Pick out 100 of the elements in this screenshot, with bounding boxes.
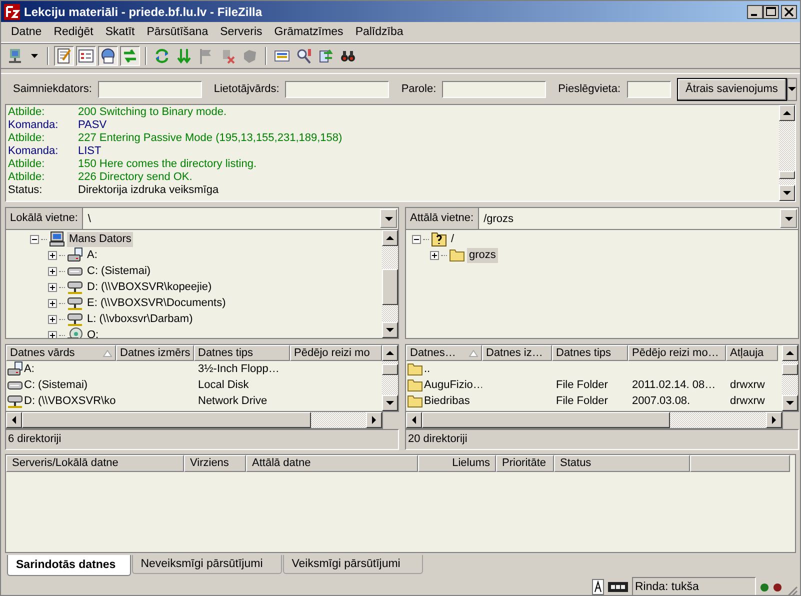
scroll-right-button[interactable] [366, 412, 382, 428]
tree-item[interactable]: Mans Dators [67, 232, 134, 246]
tree-item[interactable]: O: [85, 328, 101, 338]
activity-light [760, 582, 769, 592]
scroll-thumb[interactable] [382, 268, 398, 306]
scroll-thumb[interactable] [382, 364, 398, 375]
tree-item[interactable]: E: (\\VBOXSVR\Documents) [85, 296, 228, 310]
tree-item[interactable]: A: [85, 248, 100, 262]
menu-item[interactable]: Serveris [214, 26, 268, 38]
expand-toggle[interactable] [48, 298, 57, 308]
horizontal-scrollbar[interactable] [5, 412, 383, 429]
column-header[interactable]: Pēdējo reizi mo… [628, 345, 726, 361]
maximize-button[interactable] [763, 4, 779, 18]
expand-toggle[interactable] [412, 234, 421, 244]
path-combo[interactable]: \ [82, 208, 398, 229]
scroll-down-button[interactable] [782, 395, 798, 411]
field-label: Lietotājvārds: [214, 83, 280, 95]
field-label: Saimniekdators: [13, 83, 92, 95]
expand-toggle[interactable] [48, 266, 57, 276]
column-header[interactable]: Virziens [184, 455, 246, 472]
column-header[interactable]: Datnes iz… [482, 345, 552, 361]
path-combo[interactable]: /grozs [478, 208, 798, 229]
tree-item[interactable]: C: (Sistemai) [85, 264, 153, 278]
column-header[interactable]: Lielums [418, 455, 496, 472]
expand-toggle[interactable] [48, 250, 57, 260]
input-field[interactable] [442, 80, 546, 98]
menu-item[interactable]: Rediģēt [48, 26, 100, 38]
quickconnect-button[interactable]: Ātrais savienojums [676, 78, 787, 100]
status-text: 6 direktoriji [5, 429, 399, 450]
menu-item[interactable]: Palīdzība [349, 26, 410, 38]
toolbar-button[interactable] [98, 46, 118, 66]
vertical-scrollbar[interactable] [382, 345, 398, 411]
resize-grip-icon[interactable] [786, 585, 798, 595]
scroll-thumb[interactable] [779, 170, 795, 179]
table-cell: drwxrw [730, 379, 765, 391]
tab[interactable]: Neveiksmīgi pārsūtījumi [132, 555, 282, 574]
input-field[interactable] [626, 80, 671, 98]
scroll-up-button[interactable] [382, 230, 398, 246]
field-label: Pieslēgvieta: [558, 83, 621, 95]
status-text: 20 direktoriji [405, 429, 799, 450]
column-header[interactable]: Datnes… [406, 345, 482, 361]
computer-icon [49, 231, 65, 247]
column-header[interactable]: Serveris/Lokālā datne [6, 455, 184, 472]
column-header[interactable]: Attālā datne [246, 455, 418, 472]
scroll-left-button[interactable] [6, 412, 22, 428]
vertical-scrollbar[interactable] [779, 105, 795, 201]
menu-item[interactable]: Datne [5, 26, 48, 38]
scroll-up-button[interactable] [782, 345, 798, 361]
vertical-scrollbar[interactable] [782, 345, 798, 411]
tree-item[interactable]: grozs [467, 248, 498, 262]
dropdown-button[interactable] [786, 78, 797, 100]
toolbar-button[interactable] [76, 46, 96, 66]
scroll-right-button[interactable] [766, 412, 782, 428]
sync-icon [318, 48, 334, 64]
scroll-down-button[interactable] [382, 322, 398, 338]
minimize-button[interactable] [747, 4, 763, 18]
tree-item[interactable]: / [449, 232, 456, 246]
expand-toggle[interactable] [30, 234, 39, 244]
caret-icon[interactable] [31, 54, 38, 58]
scroll-up-button[interactable] [382, 345, 398, 361]
input-field[interactable] [98, 80, 202, 98]
scroll-left-button[interactable] [406, 412, 422, 428]
menu-item[interactable]: Skatīt [99, 26, 141, 38]
notepad-icon [56, 48, 72, 64]
scroll-down-button[interactable] [382, 395, 398, 411]
input-field[interactable] [285, 80, 390, 98]
scroll-down-button[interactable] [779, 185, 795, 201]
expand-toggle[interactable] [48, 314, 57, 324]
expand-toggle[interactable] [48, 282, 57, 292]
computer-icon [7, 48, 23, 64]
scroll-thumb[interactable] [22, 412, 311, 428]
vertical-scrollbar[interactable] [382, 230, 398, 338]
tree-item[interactable]: L: (\\vboxsvr\Darbam) [85, 312, 195, 326]
horizontal-scrollbar[interactable] [405, 412, 783, 429]
scroll-thumb[interactable] [422, 412, 670, 428]
expand-toggle[interactable] [430, 250, 439, 260]
expand-toggle[interactable] [48, 330, 57, 338]
tree-item[interactable]: D: (\\VBOXSVR\kopeejie) [85, 280, 214, 294]
column-header[interactable]: Atļauja [726, 345, 778, 361]
column-header[interactable] [690, 455, 790, 472]
toolbar-button[interactable] [54, 46, 74, 66]
tab[interactable]: Veiksmīgi pārsūtījumi [282, 555, 423, 574]
column-header[interactable]: Pēdējo reizi mo [290, 345, 382, 361]
column-header[interactable]: Prioritāte [496, 455, 554, 472]
column-header[interactable]: Datnes tips [194, 345, 290, 361]
column-header[interactable]: Datnes izmērs [116, 345, 194, 361]
log-message: 200 Switching to Binary mode. [78, 106, 227, 119]
column-header[interactable]: Datnes vārds [6, 345, 116, 361]
scroll-thumb[interactable] [782, 364, 798, 375]
tab[interactable]: Sarindotās datnes [7, 555, 131, 576]
scroll-up-button[interactable] [779, 105, 795, 121]
table-cell: Biedribas [424, 395, 470, 407]
table-cell: .. [424, 363, 430, 375]
close-button[interactable] [781, 4, 797, 18]
column-header[interactable]: Status [554, 455, 690, 472]
disconnect-icon [220, 48, 236, 64]
menu-item[interactable]: Grāmatzīmes [268, 26, 350, 38]
menu-item[interactable]: Pārsūtīšana [140, 26, 214, 38]
folder-icon [407, 393, 423, 409]
column-header[interactable]: Datnes tips [552, 345, 628, 361]
